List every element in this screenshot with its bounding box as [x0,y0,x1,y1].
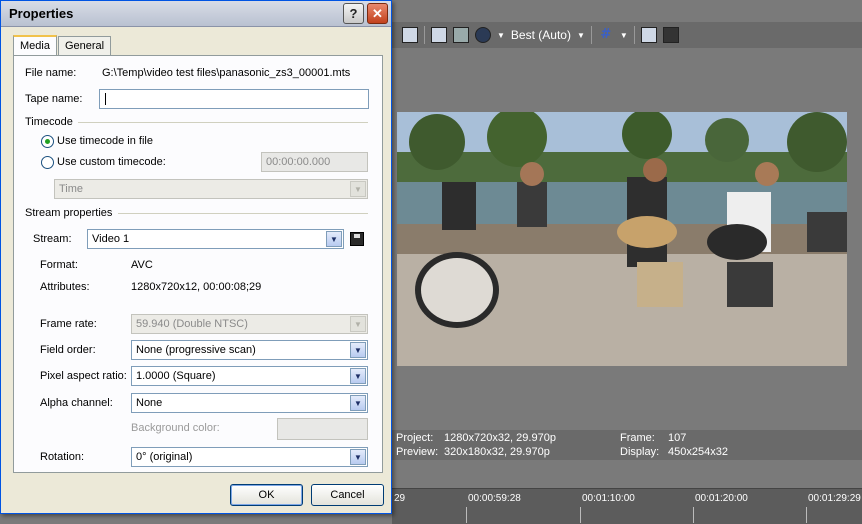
use-timecode-in-file-label[interactable]: Use timecode in file [57,135,153,147]
timeline-marker [466,507,467,523]
preview-info-panel: Project: 1280x720x32, 29.970p Preview: 3… [392,430,862,460]
pixel-aspect-label: Pixel aspect ratio: [40,370,127,382]
timecode-format-select[interactable]: Time ▼ [54,179,368,199]
stream-select[interactable]: Video 1 ▼ [87,229,344,249]
overlay-caret-icon[interactable]: ▼ [497,31,505,40]
tape-name-label: Tape name: [25,93,83,105]
use-custom-timecode-label[interactable]: Use custom timecode: [57,156,166,168]
background-color-swatch[interactable] [277,418,368,440]
timeline-tick: 29 [394,493,406,504]
timeline-tick: 00:00:59:28 [468,493,521,504]
grid-icon[interactable]: # [598,27,614,43]
use-timecode-in-file-radio[interactable] [41,135,54,148]
toolbar-separator [424,26,425,44]
alpha-channel-value: None [136,397,163,409]
chevron-down-icon: ▼ [350,316,366,332]
attributes-value: 1280x720x12, 00:00:08;29 [131,281,262,293]
timecode-format-value: Time [59,183,84,195]
preview-label: Preview: [396,446,439,458]
save-stream-icon[interactable] [350,232,364,246]
custom-timecode-input[interactable]: 00:00:00.000 [261,152,368,172]
chevron-down-icon: ▼ [350,449,366,465]
file-name-label: File name: [25,67,77,79]
attributes-label: Attributes: [40,281,90,293]
stream-value: Video 1 [92,233,130,245]
chevron-down-icon: ▼ [350,181,366,197]
field-order-value: None (progressive scan) [136,344,256,356]
media-tab-panel: File name: G:\Temp\video test files\pana… [13,55,383,473]
chevron-down-icon: ▼ [326,231,342,247]
stream-label: Stream: [33,233,72,245]
copy-snapshot-icon[interactable] [640,27,657,43]
timeline-marker [580,507,581,523]
quality-caret-icon[interactable]: ▼ [577,31,585,40]
use-custom-timecode-radio[interactable] [41,156,54,169]
format-value: AVC [131,259,153,271]
video-preview-icon[interactable] [431,27,447,43]
cancel-button[interactable]: Cancel [311,484,384,506]
close-button[interactable]: ✕ [367,3,388,24]
display-label: Display: [620,446,660,458]
save-snapshot-icon[interactable] [662,27,679,43]
pixel-aspect-value: 1.0000 (Square) [136,370,216,382]
rotation-value: 0° (original) [136,451,193,463]
tab-general[interactable]: General [57,36,112,57]
dialog-tabs: Media General [13,35,112,57]
timeline-ruler[interactable]: 29 00:00:59:28 00:01:10:00 00:01:20:00 0… [392,488,862,524]
dialog-title: Properties [9,6,74,21]
timeline-tick: 00:01:20:00 [695,493,748,504]
background-color-label: Background color: [131,422,220,434]
timeline-tick: 00:01:10:00 [582,493,635,504]
split-screen-icon[interactable] [453,27,469,43]
help-button[interactable]: ? [343,3,364,24]
rotation-label: Rotation: [40,451,85,463]
stream-group-line [118,213,368,214]
alpha-channel-label: Alpha channel: [40,397,113,409]
video-preview-frame [397,112,847,366]
frame-rate-label: Frame rate: [40,318,97,330]
external-monitor-icon[interactable] [402,27,418,43]
chevron-down-icon: ▼ [350,342,366,358]
display-value: 450x254x32 [668,446,728,458]
preview-quality[interactable]: Best (Auto) [511,28,571,42]
band-performance-image [397,112,847,366]
field-order-label: Field order: [40,344,96,356]
dialog-titlebar[interactable]: Properties ? ✕ [1,1,391,27]
toolbar-separator [590,26,592,44]
preview-value: 320x180x32, 29.970p [444,446,550,458]
overlay-icon[interactable] [475,27,491,43]
tape-name-input[interactable] [99,89,369,109]
format-label: Format: [40,259,78,271]
chevron-down-icon: ▼ [350,395,366,411]
rotation-select[interactable]: 0° (original) ▼ [131,447,368,467]
timecode-group-label: Timecode [25,116,73,128]
alpha-channel-select[interactable]: None ▼ [131,393,368,413]
file-name-value: G:\Temp\video test files\panasonic_zs3_0… [102,67,351,79]
timeline-marker [693,507,694,523]
ok-button[interactable]: OK [230,484,303,506]
custom-timecode-value: 00:00:00.000 [266,156,331,168]
frame-rate-value: 59.940 (Double NTSC) [136,318,248,330]
frame-value: 107 [668,432,687,444]
grid-caret-icon[interactable]: ▼ [620,31,628,40]
text-cursor [105,93,106,105]
timeline-tick: 00:01:29:29 [808,493,861,504]
timeline-marker [806,507,807,523]
timecode-group-line [78,122,368,123]
project-value: 1280x720x32, 29.970p [444,432,556,444]
toolbar-separator [633,26,635,44]
preview-toolbar: ▼ Best (Auto) ▼ # ▼ [392,22,862,48]
frame-label: Frame: [620,432,655,444]
stream-properties-group-label: Stream properties [25,207,113,219]
frame-rate-select[interactable]: 59.940 (Double NTSC) ▼ [131,314,368,334]
project-label: Project: [396,432,434,444]
chevron-down-icon: ▼ [350,368,366,384]
tab-media[interactable]: Media [13,35,57,56]
pixel-aspect-select[interactable]: 1.0000 (Square) ▼ [131,366,368,386]
properties-dialog: Properties ? ✕ Media General File name: … [0,0,392,514]
field-order-select[interactable]: None (progressive scan) ▼ [131,340,368,360]
